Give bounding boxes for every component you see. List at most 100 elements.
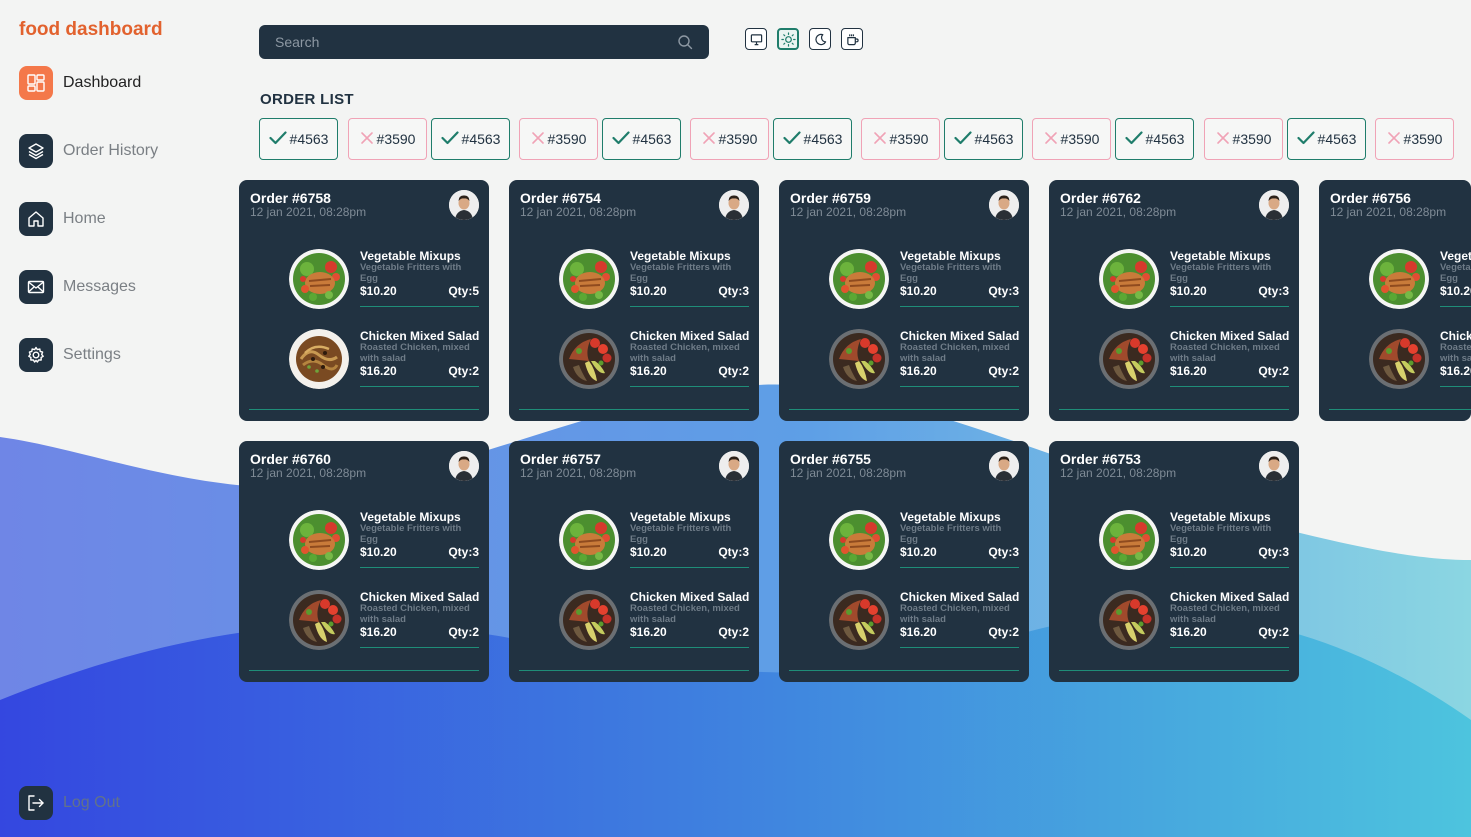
order-chip[interactable]: #3590 (348, 118, 427, 160)
item-name: Chicken Mixed Salad (1170, 329, 1290, 343)
item-divider (1440, 306, 1471, 307)
dish-image (829, 590, 889, 650)
sidebar-item-messages[interactable]: Messages (19, 270, 136, 304)
dish-image (829, 329, 889, 389)
item-divider (1440, 386, 1471, 387)
order-list-title: ORDER LIST (260, 91, 354, 108)
item-divider (900, 647, 1019, 648)
logout-button[interactable]: Log Out (19, 786, 120, 820)
item-name: Vegetable Mixups (1170, 249, 1271, 263)
theme-switcher (745, 28, 863, 50)
order-chip[interactable]: #3590 (1375, 118, 1454, 160)
order-date: 12 jan 2021, 08:28pm (250, 466, 367, 480)
item-name: Chicken Mixed Salad (630, 590, 750, 604)
dish-image (289, 510, 349, 570)
dish-image (829, 510, 889, 570)
order-card[interactable]: Order #6754 12 jan 2021, 08:28pm Vegetable… (509, 180, 759, 421)
card-divider (519, 409, 749, 410)
order-chip-label: #4563 (974, 131, 1014, 147)
avatar (989, 451, 1019, 481)
order-chip[interactable]: #4563 (602, 118, 681, 160)
sun-icon[interactable] (777, 28, 799, 50)
order-chip[interactable]: #4563 (431, 118, 510, 160)
dish-image (1099, 590, 1159, 650)
order-card[interactable]: Order #6757 12 jan 2021, 08:28pm Vegetable… (509, 441, 759, 682)
order-card[interactable]: Order #6753 12 jan 2021, 08:28pm Vegetable… (1049, 441, 1299, 682)
dish-image (1099, 329, 1159, 389)
moon-icon[interactable] (809, 28, 831, 50)
order-date: 12 jan 2021, 08:28pm (1060, 205, 1177, 219)
order-chip[interactable]: #4563 (259, 118, 338, 160)
order-item: Chicken Mixed SaladRoasted Chicken, mixe… (829, 329, 1019, 391)
order-chip-label: #4563 (632, 131, 672, 147)
order-chip-label: #3590 (1060, 131, 1100, 147)
order-chip[interactable]: #3590 (690, 118, 769, 160)
order-title: Order #6760 (250, 451, 331, 467)
order-card[interactable]: Order #6758 12 jan 2021, 08:28pm Vegetable… (239, 180, 489, 421)
sidebar-item-order-history[interactable]: Order History (19, 134, 158, 168)
monitor-icon[interactable] (745, 28, 767, 50)
order-chip[interactable]: #3590 (1204, 118, 1283, 160)
item-name: Vegetable Mixups (630, 510, 731, 524)
logout-icon (19, 786, 53, 820)
item-divider (1170, 386, 1289, 387)
order-card[interactable]: Order #675612 jan 2021, 08:28pm Vegetable… (1319, 180, 1471, 421)
item-price: $16.20 (900, 625, 937, 639)
order-card[interactable]: Order #6762 12 jan 2021, 08:28pm Vegetable… (1049, 180, 1299, 421)
order-chip-label: #4563 (1317, 131, 1357, 147)
order-chip-label: #4563 (1145, 131, 1185, 147)
order-card[interactable]: Order #6759 12 jan 2021, 08:28pm Vegetable… (779, 180, 1029, 421)
check-icon (1124, 130, 1146, 148)
order-chip[interactable]: #3590 (861, 118, 940, 160)
sidebar-item-label: Home (63, 210, 106, 227)
order-item: Vegetable MixupsVegetable Fritters with … (289, 249, 479, 311)
item-divider (1170, 567, 1289, 568)
item-quantity: Qty:2 (718, 364, 749, 378)
item-price: $10.20 (630, 284, 667, 298)
avatar (1259, 451, 1289, 481)
order-chip[interactable]: #4563 (773, 118, 852, 160)
dish-image (1369, 249, 1429, 309)
item-quantity: Qty:2 (988, 364, 1019, 378)
search-icon[interactable] (677, 34, 693, 55)
item-price: $16.20 (1170, 625, 1207, 639)
sidebar-item-home[interactable]: Home (19, 202, 106, 236)
order-chip-label: #3590 (547, 131, 587, 147)
item-price: $16.20 (900, 364, 937, 378)
sidebar-item-dashboard[interactable]: Dashboard (19, 66, 141, 100)
order-item: Chicken Mixed SaladRoasted Chicken, mixe… (829, 590, 1019, 652)
order-chip[interactable]: #4563 (944, 118, 1023, 160)
order-chip[interactable]: #4563 (1115, 118, 1194, 160)
order-chip[interactable]: #3590 (1032, 118, 1111, 160)
close-icon (873, 131, 890, 148)
item-quantity: Qty:3 (988, 545, 1019, 559)
order-chip[interactable]: #3590 (519, 118, 598, 160)
dish-image (559, 249, 619, 309)
order-card[interactable]: Order #6755 12 jan 2021, 08:28pm Vegetable… (779, 441, 1029, 682)
search-input[interactable] (259, 25, 675, 59)
item-name: Chicken Mixed Salad (1170, 590, 1290, 604)
sidebar-item-label: Messages (63, 278, 136, 295)
item-quantity: Qty:3 (1258, 284, 1289, 298)
order-card[interactable]: Order #6760 12 jan 2021, 08:28pm Vegetable… (239, 441, 489, 682)
item-price: $10.20 (900, 284, 937, 298)
item-quantity: Qty:3 (988, 284, 1019, 298)
item-description: Roasted Chicken, mixed with salad (360, 604, 470, 625)
brand-title: food dashboard (19, 19, 163, 40)
dish-image (1099, 249, 1159, 309)
item-price: $10.20 (1440, 284, 1471, 298)
item-description: Vegetable Fritters with Egg (1440, 263, 1471, 284)
order-chip[interactable]: #4563 (1287, 118, 1366, 160)
item-description: Vegetable Fritters with Egg (360, 524, 462, 545)
order-date: 12 jan 2021, 08:28pm (1330, 205, 1447, 219)
close-icon (1387, 131, 1404, 148)
item-divider (630, 567, 749, 568)
logout-label: Log Out (63, 794, 120, 811)
item-quantity: Qty:2 (1258, 625, 1289, 639)
order-date: 12 jan 2021, 08:28pm (520, 466, 637, 480)
sidebar-item-settings[interactable]: Settings (19, 338, 121, 372)
order-title: Order #6757 (520, 451, 601, 467)
coffee-icon[interactable] (841, 28, 863, 50)
item-price: $10.20 (1170, 284, 1207, 298)
order-title: Order #6759 (790, 190, 871, 206)
